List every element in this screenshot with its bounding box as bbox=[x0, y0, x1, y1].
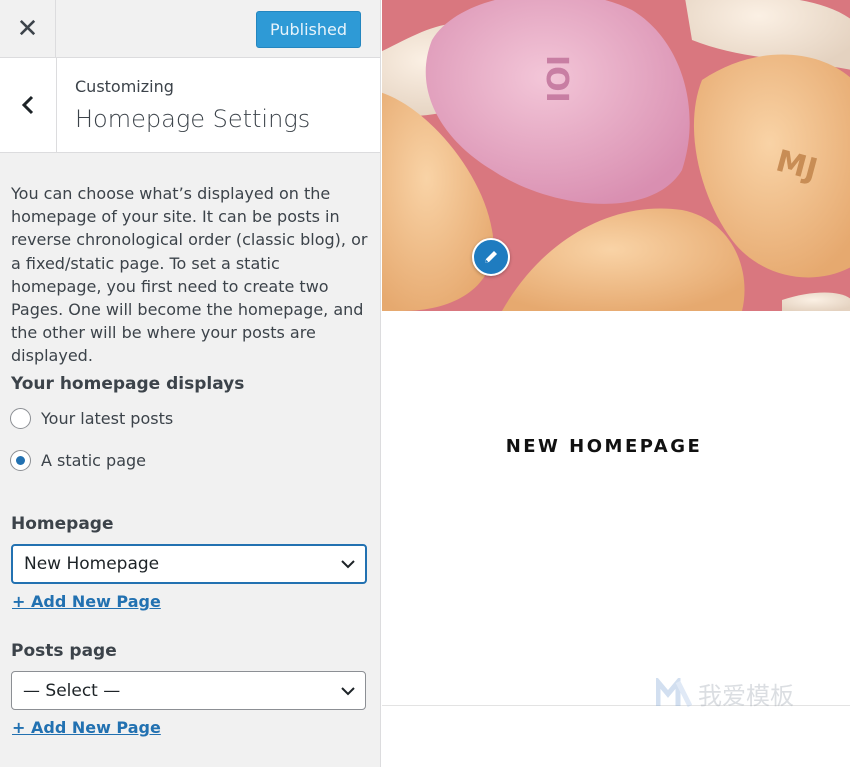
homepage-select-value: New Homepage bbox=[24, 554, 160, 574]
svg-text:IOI: IOI bbox=[539, 55, 574, 103]
radio-button-checked[interactable] bbox=[10, 450, 31, 471]
add-new-page-link[interactable]: + Add New Page bbox=[12, 718, 161, 737]
candy-hearts-image: IOI MJ bbox=[382, 0, 850, 311]
radio-label: Your latest posts bbox=[41, 409, 174, 428]
homepage-select[interactable]: New Homepage bbox=[11, 544, 367, 584]
customizer-sidebar: ✕ Published Customizing Homepage Setting… bbox=[0, 0, 381, 767]
chevron-down-icon bbox=[341, 560, 355, 569]
section-description: You can choose what’s displayed on the h… bbox=[11, 184, 368, 366]
close-button[interactable]: ✕ bbox=[0, 0, 56, 57]
homepage-displays-label: Your homepage displays bbox=[11, 374, 245, 394]
customizer-topbar: ✕ Published bbox=[0, 0, 380, 58]
close-icon: ✕ bbox=[16, 13, 39, 44]
posts-page-select-value: — Select — bbox=[23, 680, 121, 701]
chevron-down-icon bbox=[341, 686, 355, 695]
watermark: 我爱模板 bbox=[656, 676, 794, 711]
radio-button[interactable] bbox=[10, 408, 31, 429]
header-image: IOI MJ bbox=[382, 0, 850, 311]
add-new-page-link[interactable]: + Add New Page bbox=[12, 592, 161, 611]
page-heading: NEW HOMEPAGE bbox=[505, 436, 703, 457]
breadcrumb: Customizing bbox=[75, 77, 174, 96]
radio-static-page[interactable]: A static page bbox=[10, 450, 146, 471]
pencil-icon bbox=[485, 251, 497, 263]
posts-page-label: Posts page bbox=[11, 641, 117, 661]
published-button[interactable]: Published bbox=[256, 11, 361, 48]
section-header: Customizing Homepage Settings bbox=[0, 58, 380, 153]
radio-latest-posts[interactable]: Your latest posts bbox=[10, 408, 173, 429]
edit-shortcut-button[interactable] bbox=[472, 238, 510, 276]
radio-label: A static page bbox=[41, 451, 147, 470]
chevron-left-icon bbox=[21, 95, 34, 115]
homepage-label: Homepage bbox=[11, 514, 114, 534]
back-button[interactable] bbox=[0, 58, 57, 152]
site-preview: IOI MJ NEW HOMEPAGE 我爱模板 bbox=[382, 0, 850, 767]
page-title: Homepage Settings bbox=[75, 105, 311, 133]
watermark-logo-icon bbox=[656, 677, 692, 707]
posts-page-select[interactable]: — Select — bbox=[11, 671, 366, 710]
watermark-text: 我爱模板 bbox=[698, 682, 794, 710]
